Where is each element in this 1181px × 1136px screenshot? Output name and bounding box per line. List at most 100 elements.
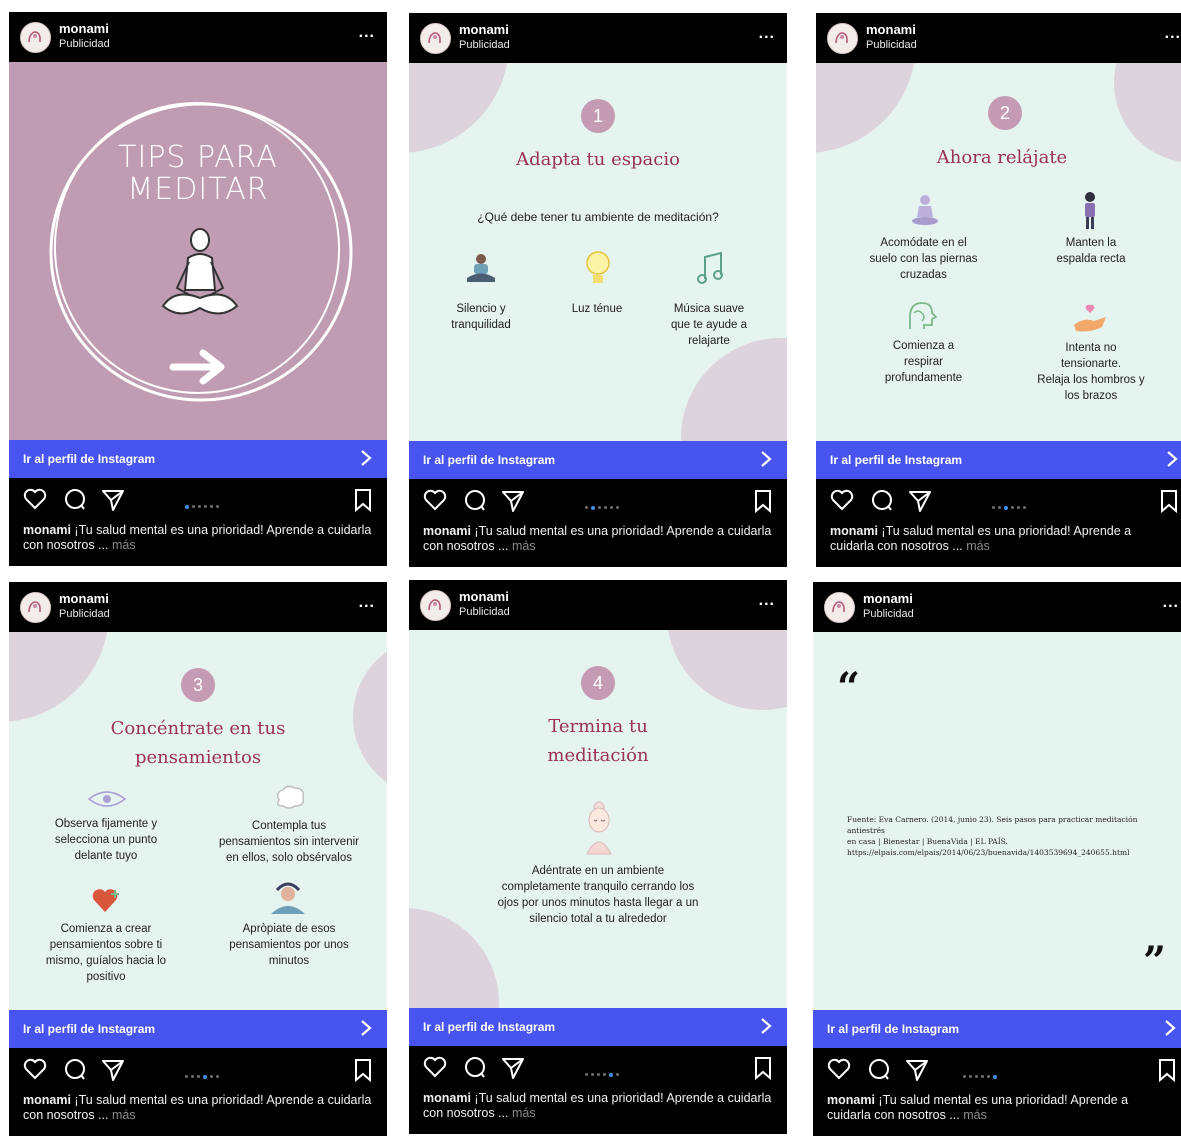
- thought-bubble-icon: [276, 785, 305, 809]
- caption: monami ¡Tu salud mental es una prioridad…: [423, 1091, 777, 1121]
- profile-cta-button[interactable]: Ir al perfil de Instagram: [9, 440, 387, 478]
- send-icon[interactable]: [101, 1058, 125, 1082]
- action-bar: [409, 487, 787, 515]
- heart-icon[interactable]: [23, 488, 47, 510]
- heart-icon[interactable]: [23, 1058, 47, 1080]
- avatar[interactable]: [20, 592, 51, 623]
- username[interactable]: monami: [863, 591, 913, 606]
- slide-title: Adapta tu espacio: [516, 149, 680, 170]
- carousel-pager: [585, 499, 622, 517]
- profile-cta-button[interactable]: Ir al perfil de Instagram: [813, 1010, 1181, 1048]
- more-icon[interactable]: ...: [1163, 594, 1179, 612]
- more-icon[interactable]: ...: [759, 592, 775, 610]
- chevron-right-icon: [1167, 451, 1178, 467]
- bookmark-icon[interactable]: [1159, 489, 1179, 513]
- step-number: 1: [581, 99, 615, 133]
- slide-image: 1 Adapta tu espacio ¿Qué debe tener tu a…: [409, 63, 787, 441]
- sponsored-label: Publicidad: [866, 39, 917, 51]
- heart-icon[interactable]: [423, 489, 447, 511]
- chevron-right-icon: [361, 450, 372, 466]
- username[interactable]: monami: [59, 591, 109, 606]
- item-label: Música suave que te ayude a relajarte: [670, 303, 748, 347]
- bookmark-icon[interactable]: [1157, 1058, 1177, 1082]
- slide-title: MEDITAR: [127, 172, 269, 207]
- post-1: monami Publicidad ... TIPS PARA MEDITAR …: [9, 12, 387, 566]
- chevron-right-icon: [361, 1020, 372, 1036]
- more-icon[interactable]: ...: [359, 24, 375, 42]
- send-icon[interactable]: [101, 488, 125, 512]
- bookmark-icon[interactable]: [753, 1056, 773, 1080]
- profile-cta-button[interactable]: Ir al perfil de Instagram: [409, 1008, 787, 1046]
- bookmark-icon[interactable]: [753, 489, 773, 513]
- item-label: Silencio y tranquilidad: [451, 303, 511, 331]
- woman-eyes-closed-icon: [586, 801, 612, 855]
- heart-icon[interactable]: [827, 1058, 851, 1080]
- caption-username[interactable]: monami: [23, 523, 71, 537]
- hand-heart-icon: [1074, 304, 1106, 332]
- post-6: monami Publicidad ... “ Fuente: Eva Carn…: [813, 582, 1181, 1136]
- caption-text: ¡Tu salud mental es una prioridad! Apren…: [423, 1091, 772, 1120]
- cta-label: Ir al perfil de Instagram: [827, 1022, 960, 1036]
- caption-more-link[interactable]: más: [963, 1108, 987, 1122]
- caption-more-link[interactable]: más: [512, 1106, 536, 1120]
- caption-more-link[interactable]: más: [112, 1108, 136, 1122]
- caption-username[interactable]: monami: [830, 524, 878, 538]
- item-label: Luz ténue: [571, 303, 623, 315]
- more-icon[interactable]: ...: [759, 25, 775, 43]
- username[interactable]: monami: [866, 22, 916, 37]
- heart-icon[interactable]: [830, 489, 854, 511]
- more-icon[interactable]: ...: [359, 594, 375, 612]
- item-label: Comienza a respirar profundamente: [884, 340, 963, 384]
- caption-more-link[interactable]: más: [512, 539, 536, 553]
- action-bar: [409, 1054, 787, 1082]
- open-quote-mark: “: [837, 664, 861, 711]
- avatar[interactable]: [420, 590, 451, 621]
- step-description: Adéntrate en un ambiente completamente tr…: [497, 865, 699, 925]
- username[interactable]: monami: [459, 589, 509, 604]
- item-label: Apròpiate de esos pensamientos por unos mi…: [229, 923, 349, 967]
- comment-icon[interactable]: [463, 489, 487, 513]
- post-5: monami Publicidad ... 4 Termina tu medit…: [409, 580, 787, 1134]
- slide-question: ¿Qué debe tener tu ambiente de meditació…: [477, 210, 719, 224]
- comment-icon[interactable]: [867, 1058, 891, 1082]
- comment-icon[interactable]: [463, 1056, 487, 1080]
- send-icon[interactable]: [501, 1056, 525, 1080]
- avatar[interactable]: [420, 23, 451, 54]
- caption: monami ¡Tu salud mental es una prioridad…: [23, 1093, 377, 1123]
- post-header: monami Publicidad ...: [9, 582, 387, 632]
- comment-icon[interactable]: [63, 488, 87, 512]
- avatar[interactable]: [827, 23, 858, 54]
- heart-icon[interactable]: [423, 1056, 447, 1078]
- meditation-person-icon: [912, 195, 938, 225]
- caption-more-link[interactable]: más: [966, 539, 990, 553]
- username[interactable]: monami: [459, 22, 509, 37]
- caption-username[interactable]: monami: [423, 524, 471, 538]
- slide-title: Termina tu: [548, 716, 648, 737]
- sponsored-label: Publicidad: [59, 608, 110, 620]
- caption: monami ¡Tu salud mental es una prioridad…: [830, 524, 1175, 554]
- decorative-circle: [667, 630, 787, 710]
- caption-username[interactable]: monami: [827, 1093, 875, 1107]
- comment-icon[interactable]: [870, 489, 894, 513]
- bookmark-icon[interactable]: [353, 488, 373, 512]
- avatar[interactable]: [20, 22, 51, 53]
- comment-icon[interactable]: [63, 1058, 87, 1082]
- caption-more-link[interactable]: más: [112, 538, 136, 552]
- bookmark-icon[interactable]: [353, 1058, 373, 1082]
- caption-username[interactable]: monami: [23, 1093, 71, 1107]
- username[interactable]: monami: [59, 21, 109, 36]
- profile-cta-button[interactable]: Ir al perfil de Instagram: [409, 441, 787, 479]
- send-icon[interactable]: [908, 489, 932, 513]
- send-icon[interactable]: [905, 1058, 929, 1082]
- cta-label: Ir al perfil de Instagram: [23, 452, 156, 466]
- carousel-pager: [992, 499, 1029, 517]
- avatar[interactable]: [824, 592, 855, 623]
- action-bar: [813, 1056, 1181, 1084]
- profile-cta-button[interactable]: Ir al perfil de Instagram: [9, 1010, 387, 1048]
- caption-username[interactable]: monami: [423, 1091, 471, 1105]
- slide-title: Ahora relájate: [936, 147, 1068, 168]
- more-icon[interactable]: ...: [1165, 25, 1181, 43]
- chevron-right-icon: [761, 1018, 772, 1034]
- profile-cta-button[interactable]: Ir al perfil de Instagram: [816, 441, 1181, 479]
- send-icon[interactable]: [501, 489, 525, 513]
